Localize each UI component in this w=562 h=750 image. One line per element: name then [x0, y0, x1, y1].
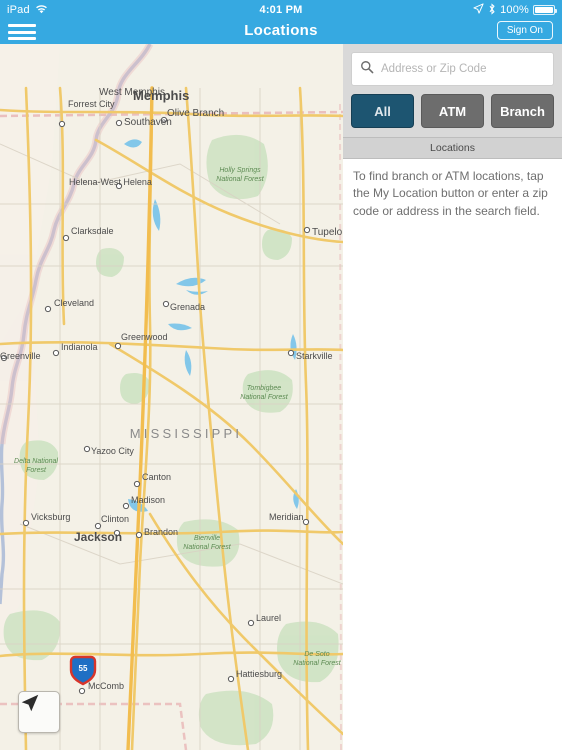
status-bar-right: 100% — [473, 2, 562, 18]
svg-text:Brandon: Brandon — [144, 527, 178, 537]
svg-text:Vicksburg: Vicksburg — [31, 512, 70, 522]
svg-text:Olive Branch: Olive Branch — [167, 108, 224, 119]
map-view[interactable]: .city{ font-family:"Liberation Sans", sa… — [0, 44, 343, 750]
svg-text:National Forest: National Forest — [183, 544, 232, 551]
page-title: Locations — [244, 22, 318, 39]
svg-text:Bienville: Bienville — [194, 535, 220, 542]
search-icon — [360, 60, 374, 79]
search-field[interactable] — [351, 52, 554, 86]
results-section-header: Locations — [343, 137, 562, 159]
svg-text:Delta National: Delta National — [14, 458, 58, 465]
map-canvas: .city{ font-family:"Liberation Sans", sa… — [0, 44, 343, 750]
state-label-mississippi: MISSISSIPPI — [130, 426, 243, 441]
my-location-button[interactable] — [18, 691, 60, 733]
sign-on-button[interactable]: Sign On — [496, 21, 553, 40]
svg-text:55: 55 — [79, 664, 88, 673]
svg-text:De Soto: De Soto — [304, 651, 329, 658]
locations-panel: All ATM Branch Locations To find branch … — [343, 44, 562, 750]
svg-text:Canton: Canton — [142, 472, 171, 482]
search-input[interactable] — [381, 63, 545, 75]
svg-text:Jackson: Jackson — [74, 530, 122, 544]
svg-text:Forest: Forest — [26, 467, 47, 474]
svg-text:Greenville: Greenville — [0, 351, 41, 361]
svg-text:National Forest: National Forest — [216, 176, 265, 183]
svg-text:Tombigbee: Tombigbee — [247, 385, 281, 392]
svg-text:Southaven: Southaven — [124, 117, 172, 128]
navigation-bar: Locations Sign On — [0, 20, 562, 44]
svg-text:Clarksdale: Clarksdale — [71, 226, 114, 236]
svg-text:Tupelo: Tupelo — [312, 227, 343, 238]
svg-text:Greenwood: Greenwood — [121, 332, 168, 342]
svg-text:Yazoo City: Yazoo City — [91, 446, 134, 456]
svg-text:Laurel: Laurel — [256, 613, 281, 623]
results-empty-message: To find branch or ATM locations, tap the… — [353, 169, 548, 218]
svg-text:Meridian: Meridian — [269, 512, 304, 522]
app-root: iPad 4:01 PM 100% Locations Sign On 55 M… — [0, 0, 562, 750]
filter-all-button[interactable]: All — [351, 94, 414, 128]
svg-text:Helena-West Helena: Helena-West Helena — [69, 177, 152, 187]
svg-text:Clinton: Clinton — [101, 514, 129, 524]
filter-branch-button[interactable]: Branch — [491, 94, 554, 128]
svg-text:McComb: McComb — [88, 681, 124, 691]
svg-text:Cleveland: Cleveland — [54, 298, 94, 308]
svg-text:Hattiesburg: Hattiesburg — [236, 669, 282, 679]
svg-text:Indianola: Indianola — [61, 342, 98, 352]
status-bar: iPad 4:01 PM 100% — [0, 0, 562, 20]
search-bar-container — [343, 44, 562, 94]
svg-text:National Forest: National Forest — [240, 394, 289, 401]
filter-atm-button[interactable]: ATM — [421, 94, 484, 128]
svg-text:Grenada: Grenada — [170, 302, 205, 312]
svg-text:Madison: Madison — [131, 495, 165, 505]
svg-text:Forrest City: Forrest City — [68, 99, 115, 109]
bluetooth-icon — [488, 2, 496, 18]
svg-text:Starkville: Starkville — [296, 351, 333, 361]
segmented-control: All ATM Branch — [343, 94, 562, 137]
svg-text:Memphis: Memphis — [133, 88, 189, 103]
svg-text:Holly Springs: Holly Springs — [219, 167, 261, 174]
location-arrow-icon — [473, 3, 484, 17]
battery-full-icon — [533, 5, 557, 15]
battery-percent-label: 100% — [500, 4, 529, 16]
svg-text:National Forest: National Forest — [293, 660, 342, 667]
